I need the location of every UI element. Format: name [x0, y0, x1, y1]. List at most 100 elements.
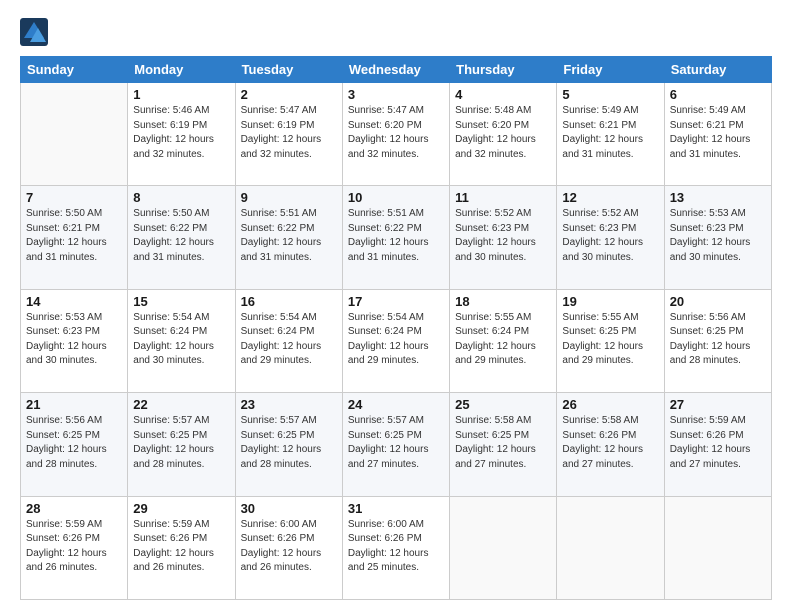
day-number: 3 [348, 87, 444, 102]
day-info: Sunrise: 5:59 AMSunset: 6:26 PMDaylight:… [133, 518, 229, 576]
day-cell: 3 Sunrise: 5:47 AMSunset: 6:20 PMDaylight… [342, 83, 449, 186]
weekday-saturday: Saturday [664, 57, 771, 83]
day-number: 16 [241, 294, 337, 309]
weekday-wednesday: Wednesday [342, 57, 449, 83]
day-number: 30 [241, 501, 337, 516]
day-info: Sunrise: 5:57 AMSunset: 6:25 PMDaylight:… [241, 414, 337, 472]
day-cell: 17Sunrise: 5:54 AMSunset: 6:24 PMDayligh… [342, 289, 449, 392]
day-number: 1 [133, 87, 229, 102]
day-cell: 16 Sunrise: 5:54 AMSunset: 6:24 PMDayligh… [235, 289, 342, 392]
day-cell: 22 Sunrise: 5:57 AMSunset: 6:25 PMDayligh… [128, 393, 235, 496]
day-cell: 24 Sunrise: 5:57 AMSunset: 6:25 PMDayligh… [342, 393, 449, 496]
day-number: 15 [133, 294, 229, 309]
logo-icon [20, 18, 48, 46]
day-number: 31 [348, 501, 444, 516]
day-cell: 6 Sunrise: 5:49 AMSunset: 6:21 PMDaylight… [664, 83, 771, 186]
day-number: 5 [562, 87, 658, 102]
day-info: Sunrise: 5:47 AMSunset: 6:20 PMDaylight:… [348, 104, 444, 162]
day-info: Sunrise: 5:59 AMSunset: 6:26 PMDaylight:… [26, 518, 122, 576]
day-info: Sunrise: 5:53 AMSunset: 6:23 PMDaylight:… [26, 311, 122, 369]
logo [20, 18, 52, 46]
day-cell: 4Sunrise: 5:48 AMSunset: 6:20 PMDaylight… [450, 83, 557, 186]
day-number: 25 [455, 397, 551, 412]
day-info: Sunrise: 5:52 AMSunset: 6:23 PMDaylight:… [562, 207, 658, 265]
weekday-monday: Monday [128, 57, 235, 83]
day-info: Sunrise: 5:51 AMSunset: 6:22 PMDaylight:… [348, 207, 444, 265]
day-number: 8 [133, 190, 229, 205]
day-cell: 10 Sunrise: 5:51 AMSunset: 6:22 PMDayligh… [342, 186, 449, 289]
day-info: Sunrise: 5:46 AMSunset: 6:19 PMDaylight:… [133, 104, 229, 162]
day-number: 19 [562, 294, 658, 309]
day-info: Sunrise: 5:55 AMSunset: 6:25 PMDaylight:… [562, 311, 658, 369]
day-info: Sunrise: 5:47 AMSunset: 6:19 PMDaylight:… [241, 104, 337, 162]
day-cell [557, 496, 664, 599]
weekday-thursday: Thursday [450, 57, 557, 83]
day-info: Sunrise: 6:00 AMSunset: 6:26 PMDaylight:… [241, 518, 337, 576]
day-info: Sunrise: 5:59 AMSunset: 6:26 PMDaylight:… [670, 414, 766, 472]
day-cell [664, 496, 771, 599]
day-number: 6 [670, 87, 766, 102]
day-number: 2 [241, 87, 337, 102]
day-number: 9 [241, 190, 337, 205]
day-number: 11 [455, 190, 551, 205]
day-cell: 19 Sunrise: 5:55 AMSunset: 6:25 PMDayligh… [557, 289, 664, 392]
day-info: Sunrise: 5:54 AMSunset: 6:24 PMDaylight:… [133, 311, 229, 369]
day-info: Sunrise: 5:49 AMSunset: 6:21 PMDaylight:… [670, 104, 766, 162]
day-cell: 20 Sunrise: 5:56 AMSunset: 6:25 PMDayligh… [664, 289, 771, 392]
day-info: Sunrise: 5:56 AMSunset: 6:25 PMDaylight:… [26, 414, 122, 472]
day-cell [450, 496, 557, 599]
day-cell: 23Sunrise: 5:57 AMSunset: 6:25 PMDayligh… [235, 393, 342, 496]
day-number: 21 [26, 397, 122, 412]
day-cell: 18 Sunrise: 5:55 AMSunset: 6:24 PMDayligh… [450, 289, 557, 392]
day-cell: 12 Sunrise: 5:52 AMSunset: 6:23 PMDayligh… [557, 186, 664, 289]
day-cell: 26Sunrise: 5:58 AMSunset: 6:26 PMDayligh… [557, 393, 664, 496]
day-cell: 21 Sunrise: 5:56 AMSunset: 6:25 PMDayligh… [21, 393, 128, 496]
day-cell [21, 83, 128, 186]
day-number: 24 [348, 397, 444, 412]
day-info: Sunrise: 5:50 AMSunset: 6:22 PMDaylight:… [133, 207, 229, 265]
weekday-header-row: SundayMondayTuesdayWednesdayThursdayFrid… [21, 57, 772, 83]
day-info: Sunrise: 5:58 AMSunset: 6:26 PMDaylight:… [562, 414, 658, 472]
day-info: Sunrise: 5:55 AMSunset: 6:24 PMDaylight:… [455, 311, 551, 369]
day-number: 14 [26, 294, 122, 309]
day-number: 27 [670, 397, 766, 412]
day-info: Sunrise: 5:56 AMSunset: 6:25 PMDaylight:… [670, 311, 766, 369]
day-cell: 31 Sunrise: 6:00 AMSunset: 6:26 PMDayligh… [342, 496, 449, 599]
day-cell: 28 Sunrise: 5:59 AMSunset: 6:26 PMDayligh… [21, 496, 128, 599]
day-number: 12 [562, 190, 658, 205]
day-cell: 15 Sunrise: 5:54 AMSunset: 6:24 PMDayligh… [128, 289, 235, 392]
day-info: Sunrise: 5:57 AMSunset: 6:25 PMDaylight:… [133, 414, 229, 472]
day-info: Sunrise: 5:51 AMSunset: 6:22 PMDaylight:… [241, 207, 337, 265]
day-info: Sunrise: 5:53 AMSunset: 6:23 PMDaylight:… [670, 207, 766, 265]
day-info: Sunrise: 5:49 AMSunset: 6:21 PMDaylight:… [562, 104, 658, 162]
day-number: 29 [133, 501, 229, 516]
day-info: Sunrise: 5:48 AMSunset: 6:20 PMDaylight:… [455, 104, 551, 162]
day-cell: 30 Sunrise: 6:00 AMSunset: 6:26 PMDayligh… [235, 496, 342, 599]
day-number: 28 [26, 501, 122, 516]
day-cell: 1 Sunrise: 5:46 AMSunset: 6:19 PMDaylight… [128, 83, 235, 186]
day-number: 13 [670, 190, 766, 205]
day-info: Sunrise: 5:54 AMSunset: 6:24 PMDaylight:… [241, 311, 337, 369]
day-cell: 8 Sunrise: 5:50 AMSunset: 6:22 PMDaylight… [128, 186, 235, 289]
header [20, 18, 772, 46]
calendar-page: SundayMondayTuesdayWednesdayThursdayFrid… [0, 0, 792, 612]
week-row-3: 14 Sunrise: 5:53 AMSunset: 6:23 PMDayligh… [21, 289, 772, 392]
calendar-body: 1 Sunrise: 5:46 AMSunset: 6:19 PMDaylight… [21, 83, 772, 600]
day-cell: 2 Sunrise: 5:47 AMSunset: 6:19 PMDaylight… [235, 83, 342, 186]
day-info: Sunrise: 5:58 AMSunset: 6:25 PMDaylight:… [455, 414, 551, 472]
day-number: 18 [455, 294, 551, 309]
day-cell: 13 Sunrise: 5:53 AMSunset: 6:23 PMDayligh… [664, 186, 771, 289]
day-cell: 27 Sunrise: 5:59 AMSunset: 6:26 PMDayligh… [664, 393, 771, 496]
week-row-2: 7Sunrise: 5:50 AMSunset: 6:21 PMDaylight… [21, 186, 772, 289]
day-number: 20 [670, 294, 766, 309]
week-row-4: 21 Sunrise: 5:56 AMSunset: 6:25 PMDayligh… [21, 393, 772, 496]
day-info: Sunrise: 5:57 AMSunset: 6:25 PMDaylight:… [348, 414, 444, 472]
day-info: Sunrise: 6:00 AMSunset: 6:26 PMDaylight:… [348, 518, 444, 576]
week-row-5: 28 Sunrise: 5:59 AMSunset: 6:26 PMDayligh… [21, 496, 772, 599]
day-cell: 25 Sunrise: 5:58 AMSunset: 6:25 PMDayligh… [450, 393, 557, 496]
day-number: 22 [133, 397, 229, 412]
day-cell: 5 Sunrise: 5:49 AMSunset: 6:21 PMDaylight… [557, 83, 664, 186]
day-info: Sunrise: 5:54 AMSunset: 6:24 PMDaylight:… [348, 311, 444, 369]
day-number: 10 [348, 190, 444, 205]
day-cell: 11Sunrise: 5:52 AMSunset: 6:23 PMDayligh… [450, 186, 557, 289]
